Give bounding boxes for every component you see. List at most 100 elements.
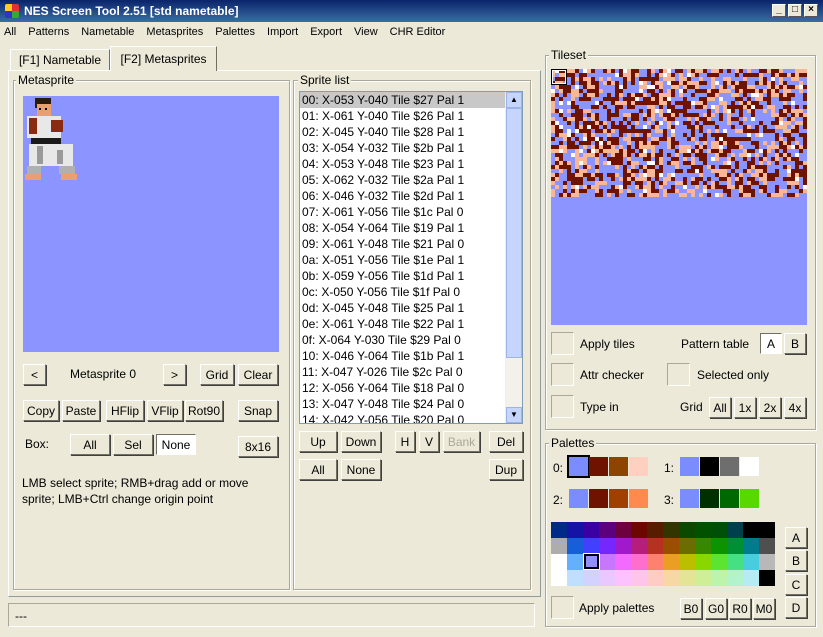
up-button[interactable]: Up bbox=[299, 431, 337, 452]
sprite-list-row[interactable]: 11: X-047 Y-026 Tile $2c Pal 0 bbox=[300, 364, 522, 380]
sprite-list-scrollbar[interactable]: ▲ ▼ bbox=[505, 92, 522, 423]
master-color[interactable] bbox=[727, 570, 743, 586]
sprite-list-row[interactable]: 0f: X-064 Y-030 Tile $29 Pal 0 bbox=[300, 332, 522, 348]
master-color[interactable] bbox=[615, 554, 631, 570]
box-none-button[interactable]: None bbox=[156, 434, 196, 455]
master-color[interactable] bbox=[711, 522, 727, 538]
select-all-button[interactable]: All bbox=[299, 459, 337, 480]
pattern-table-a-button[interactable]: A bbox=[760, 333, 782, 354]
master-color[interactable] bbox=[711, 538, 727, 554]
dup-button[interactable]: Dup bbox=[489, 459, 523, 480]
sprite-listbox[interactable]: 00: X-053 Y-040 Tile $27 Pal 1 01: X-061 … bbox=[299, 91, 523, 424]
master-color[interactable] bbox=[599, 570, 615, 586]
master-color[interactable] bbox=[759, 554, 775, 570]
scroll-up-icon[interactable]: ▲ bbox=[506, 92, 522, 108]
grid-button[interactable]: Grid bbox=[200, 364, 234, 385]
tileset-canvas[interactable] bbox=[551, 69, 807, 325]
sprite-list-row[interactable]: 07: X-061 Y-056 Tile $1c Pal 0 bbox=[300, 204, 522, 220]
master-color[interactable] bbox=[727, 554, 743, 570]
sprite-size-button[interactable]: 8x16 bbox=[238, 436, 278, 457]
minimize-button[interactable]: _ bbox=[772, 4, 786, 17]
hflip-button[interactable]: HFlip bbox=[106, 400, 144, 421]
master-color[interactable] bbox=[551, 554, 567, 570]
b0-button[interactable]: B0 bbox=[680, 598, 702, 619]
sprite-list-row[interactable]: 00: X-053 Y-040 Tile $27 Pal 1 bbox=[300, 92, 522, 108]
metasprite-canvas[interactable] bbox=[23, 96, 279, 352]
master-color[interactable] bbox=[567, 538, 583, 554]
master-color[interactable] bbox=[711, 570, 727, 586]
vflip-button[interactable]: VFlip bbox=[147, 400, 183, 421]
master-color[interactable] bbox=[567, 554, 583, 570]
grid-4x-button[interactable]: 4x bbox=[784, 397, 806, 418]
snap-button[interactable]: Snap bbox=[238, 400, 278, 421]
r0-button[interactable]: R0 bbox=[729, 598, 751, 619]
sprite-list-row[interactable]: 0e: X-061 Y-048 Tile $22 Pal 1 bbox=[300, 316, 522, 332]
master-color[interactable] bbox=[695, 554, 711, 570]
down-button[interactable]: Down bbox=[341, 431, 381, 452]
master-color[interactable] bbox=[551, 522, 567, 538]
palette-2-color-3[interactable] bbox=[629, 489, 648, 508]
palette-1-color-0[interactable] bbox=[680, 457, 699, 476]
sprite-list-row[interactable]: 12: X-056 Y-064 Tile $18 Pal 0 bbox=[300, 380, 522, 396]
master-color[interactable] bbox=[743, 538, 759, 554]
master-color[interactable] bbox=[695, 538, 711, 554]
master-color[interactable] bbox=[679, 570, 695, 586]
master-color[interactable] bbox=[647, 522, 663, 538]
palette-0-color-0[interactable] bbox=[567, 455, 590, 478]
grid-1x-button[interactable]: 1x bbox=[734, 397, 756, 418]
del-button[interactable]: Del bbox=[489, 431, 523, 452]
prev-metasprite-button[interactable]: < bbox=[23, 364, 46, 385]
sprite-list-row[interactable]: 02: X-045 Y-040 Tile $28 Pal 1 bbox=[300, 124, 522, 140]
apply-palettes-checkbox[interactable] bbox=[551, 596, 574, 619]
palette-3-color-3[interactable] bbox=[740, 489, 759, 508]
rot90-button[interactable]: Rot90 bbox=[185, 400, 223, 421]
master-color[interactable] bbox=[583, 522, 599, 538]
master-color[interactable] bbox=[663, 570, 679, 586]
master-color[interactable] bbox=[599, 538, 615, 554]
master-color[interactable] bbox=[711, 554, 727, 570]
master-color[interactable] bbox=[727, 538, 743, 554]
palette-2-color-2[interactable] bbox=[609, 489, 628, 508]
master-color[interactable] bbox=[743, 570, 759, 586]
tab-nametable[interactable]: [F1] Nametable bbox=[10, 49, 110, 70]
copy-button[interactable]: Copy bbox=[23, 400, 59, 421]
master-color[interactable] bbox=[631, 538, 647, 554]
v-flip-sprite-button[interactable]: V bbox=[419, 431, 439, 452]
master-color[interactable] bbox=[567, 522, 583, 538]
box-all-button[interactable]: All bbox=[70, 434, 110, 455]
close-button[interactable]: × bbox=[804, 4, 818, 17]
maximize-button[interactable]: □ bbox=[788, 4, 802, 17]
tab-metasprites[interactable]: [F2] Metasprites bbox=[110, 46, 217, 71]
master-color[interactable] bbox=[615, 538, 631, 554]
grid-all-button[interactable]: All bbox=[709, 397, 731, 418]
palette-2-color-1[interactable] bbox=[589, 489, 608, 508]
master-color[interactable] bbox=[615, 570, 631, 586]
palette-3-color-0[interactable] bbox=[680, 489, 699, 508]
master-color[interactable] bbox=[615, 522, 631, 538]
palette-3-color-1[interactable] bbox=[700, 489, 719, 508]
master-color[interactable] bbox=[647, 554, 663, 570]
sprite-list-row[interactable]: 01: X-061 Y-040 Tile $26 Pal 1 bbox=[300, 108, 522, 124]
grid-2x-button[interactable]: 2x bbox=[759, 397, 781, 418]
master-color[interactable] bbox=[599, 554, 615, 570]
sprite-list-row[interactable]: 05: X-062 Y-032 Tile $2a Pal 1 bbox=[300, 172, 522, 188]
scroll-thumb[interactable] bbox=[506, 108, 522, 358]
bank-button[interactable]: Bank bbox=[443, 431, 480, 452]
master-color[interactable] bbox=[743, 554, 759, 570]
sprite-list-row[interactable]: 06: X-046 Y-032 Tile $2d Pal 1 bbox=[300, 188, 522, 204]
menu-import[interactable]: Import bbox=[267, 26, 298, 38]
master-color[interactable] bbox=[743, 522, 759, 538]
sprite-list-row[interactable]: 14: X-042 Y-056 Tile $20 Pal 0 bbox=[300, 412, 522, 423]
m0-button[interactable]: M0 bbox=[753, 598, 775, 619]
menu-palettes[interactable]: Palettes bbox=[215, 26, 255, 38]
master-color[interactable] bbox=[551, 538, 567, 554]
clear-button[interactable]: Clear bbox=[238, 364, 278, 385]
master-color[interactable] bbox=[679, 522, 695, 538]
master-color[interactable] bbox=[759, 522, 775, 538]
g0-button[interactable]: G0 bbox=[705, 598, 727, 619]
palette-3-color-2[interactable] bbox=[720, 489, 739, 508]
sprite-list-row[interactable]: 0d: X-045 Y-048 Tile $25 Pal 1 bbox=[300, 300, 522, 316]
apply-tiles-checkbox[interactable] bbox=[551, 332, 574, 355]
palette-set-a-button[interactable]: A bbox=[785, 527, 807, 548]
master-color[interactable] bbox=[583, 538, 599, 554]
